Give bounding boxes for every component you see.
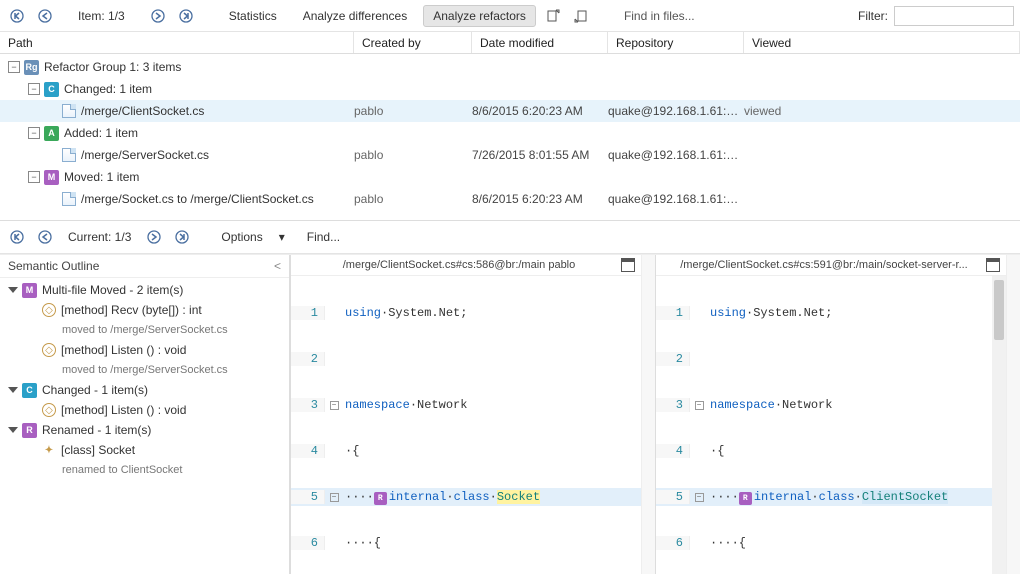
diff-panes: /merge/ClientSocket.cs#cs:586@br:/main p… bbox=[290, 255, 1020, 574]
right-pane: /merge/ClientSocket.cs#cs:591@br:/main/s… bbox=[655, 255, 1006, 574]
export-icon[interactable] bbox=[542, 5, 564, 27]
file-icon bbox=[62, 104, 76, 118]
outline-item[interactable]: ◇[method] Listen () : void bbox=[0, 340, 289, 360]
col-viewed[interactable]: Viewed bbox=[744, 32, 1020, 53]
last-diff-button[interactable] bbox=[171, 226, 193, 248]
maximize-icon[interactable] bbox=[986, 258, 1000, 272]
triangle-open-icon bbox=[8, 387, 18, 393]
tree-row-added[interactable]: −AAdded: 1 item bbox=[0, 122, 1020, 144]
method-icon: ◇ bbox=[42, 403, 56, 417]
outline-item-sub: moved to /merge/ServerSocket.cs bbox=[0, 360, 289, 380]
refactor-group-icon: Rg bbox=[24, 60, 39, 75]
filter-label: Filter: bbox=[858, 9, 888, 23]
expander-icon[interactable]: − bbox=[28, 127, 40, 139]
col-repo[interactable]: Repository bbox=[608, 32, 744, 53]
expander-icon[interactable]: − bbox=[28, 171, 40, 183]
overview-ruler[interactable] bbox=[1006, 255, 1020, 574]
analyze-diff-button[interactable]: Analyze differences bbox=[293, 5, 418, 27]
maximize-icon[interactable] bbox=[621, 258, 635, 272]
left-code[interactable]: 1using·System.Net; 2 3−namespace·Network… bbox=[291, 276, 641, 574]
prev-diff-button[interactable] bbox=[34, 226, 56, 248]
prev-item-button[interactable] bbox=[34, 5, 56, 27]
find-in-files-button[interactable]: Find in files... bbox=[614, 5, 705, 27]
first-item-button[interactable] bbox=[6, 5, 28, 27]
next-diff-button[interactable] bbox=[143, 226, 165, 248]
left-pane-title: /merge/ClientSocket.cs#cs:586@br:/main p… bbox=[297, 259, 621, 271]
moved-icon: M bbox=[22, 283, 37, 298]
outline-title: Semantic Outline bbox=[8, 259, 99, 273]
file-icon bbox=[62, 148, 76, 162]
collapse-outline-icon[interactable]: < bbox=[274, 259, 281, 273]
outline-item[interactable]: ✦[class] Socket bbox=[0, 440, 289, 460]
semantic-outline: Semantic Outline < MMulti-file Moved - 2… bbox=[0, 255, 290, 574]
class-icon: ✦ bbox=[42, 443, 56, 457]
changed-icon: C bbox=[22, 383, 37, 398]
method-icon: ◇ bbox=[42, 303, 56, 317]
outline-item-sub: moved to /merge/ServerSocket.cs bbox=[0, 320, 289, 340]
tree-row-root[interactable]: −RgRefactor Group 1: 3 items bbox=[0, 56, 1020, 78]
options-button[interactable]: Options bbox=[211, 226, 272, 248]
statistics-button[interactable]: Statistics bbox=[219, 5, 287, 27]
triangle-open-icon bbox=[8, 427, 18, 433]
next-item-button[interactable] bbox=[147, 5, 169, 27]
right-pane-title: /merge/ClientSocket.cs#cs:591@br:/main/s… bbox=[662, 259, 986, 271]
outline-item[interactable]: MMulti-file Moved - 2 item(s) bbox=[0, 280, 289, 300]
find-button[interactable]: Find... bbox=[297, 226, 350, 248]
col-path[interactable]: Path bbox=[0, 32, 354, 53]
file-icon bbox=[62, 192, 76, 206]
expander-icon[interactable]: − bbox=[8, 61, 20, 73]
triangle-open-icon bbox=[8, 287, 18, 293]
changed-icon: C bbox=[44, 82, 59, 97]
tree-row-moved[interactable]: −MMoved: 1 item bbox=[0, 166, 1020, 188]
filter-input[interactable] bbox=[894, 6, 1014, 26]
moved-icon: M bbox=[44, 170, 59, 185]
item-counter: Item: 1/3 bbox=[78, 9, 125, 23]
tree-row-changed-file[interactable]: /merge/ClientSocket.cs pablo 8/6/2015 6:… bbox=[0, 100, 1020, 122]
items-tree: −RgRefactor Group 1: 3 items −CChanged: … bbox=[0, 54, 1020, 214]
column-headers: Path Created by Date modified Repository… bbox=[0, 32, 1020, 54]
import-icon[interactable] bbox=[570, 5, 592, 27]
lower-toolbar: Current: 1/3 Options ▾ Find... bbox=[0, 220, 1020, 254]
tree-row-changed[interactable]: −CChanged: 1 item bbox=[0, 78, 1020, 100]
tree-row-moved-file[interactable]: /merge/Socket.cs to /merge/ClientSocket.… bbox=[0, 188, 1020, 210]
last-item-button[interactable] bbox=[175, 5, 197, 27]
outline-item[interactable]: CChanged - 1 item(s) bbox=[0, 380, 289, 400]
expander-icon[interactable]: − bbox=[28, 83, 40, 95]
dropdown-arrow-icon[interactable]: ▾ bbox=[279, 230, 285, 244]
overview-ruler[interactable] bbox=[641, 255, 655, 574]
tree-row-added-file[interactable]: /merge/ServerSocket.cs pablo 7/26/2015 8… bbox=[0, 144, 1020, 166]
left-pane: /merge/ClientSocket.cs#cs:586@br:/main p… bbox=[290, 255, 641, 574]
first-diff-button[interactable] bbox=[6, 226, 28, 248]
renamed-icon: R bbox=[22, 423, 37, 438]
right-code[interactable]: 1using·System.Net; 2 3−namespace·Network… bbox=[656, 276, 1006, 574]
method-icon: ◇ bbox=[42, 343, 56, 357]
analyze-refactors-button[interactable]: Analyze refactors bbox=[423, 5, 536, 27]
scrollbar[interactable] bbox=[992, 276, 1006, 574]
added-icon: A bbox=[44, 126, 59, 141]
outline-item[interactable]: ◇[method] Listen () : void bbox=[0, 400, 289, 420]
outline-item[interactable]: ◇[method] Recv (byte[]) : int bbox=[0, 300, 289, 320]
top-toolbar: Item: 1/3 Statistics Analyze differences… bbox=[0, 0, 1020, 32]
col-created[interactable]: Created by bbox=[354, 32, 472, 53]
current-counter: Current: 1/3 bbox=[68, 230, 131, 244]
col-date[interactable]: Date modified bbox=[472, 32, 608, 53]
outline-item-sub: renamed to ClientSocket bbox=[0, 460, 289, 480]
outline-item[interactable]: RRenamed - 1 item(s) bbox=[0, 420, 289, 440]
